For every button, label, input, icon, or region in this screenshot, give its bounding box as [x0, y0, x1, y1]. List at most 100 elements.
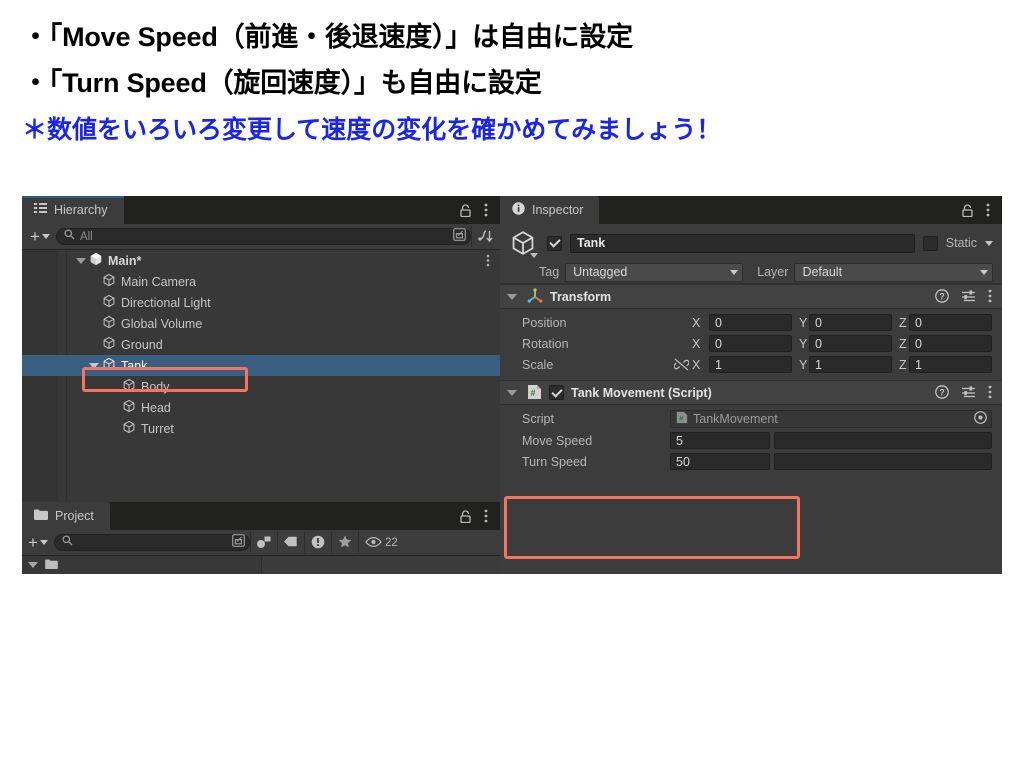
rotation-x-input[interactable]: 0	[709, 335, 792, 352]
tree-row[interactable]: Head	[22, 397, 500, 418]
svg-text:?: ?	[939, 387, 945, 397]
turn-speed-label: Turn Speed	[522, 454, 587, 469]
kebab-menu-icon[interactable]	[484, 509, 488, 523]
project-filter-warning-button[interactable]	[305, 532, 331, 554]
tree-row[interactable]: Global Volume	[22, 313, 500, 334]
component-header-transform[interactable]: Transform ?	[500, 284, 1002, 309]
position-x-value: 0	[715, 315, 722, 330]
turn-speed-slider-track[interactable]	[774, 453, 992, 470]
gameobject-name-row: Tank Static	[509, 229, 993, 258]
hierarchy-search-input[interactable]: All	[55, 228, 471, 245]
component-title-tank-movement: Tank Movement (Script)	[571, 385, 712, 400]
lock-icon[interactable]	[460, 509, 471, 523]
foldout-expanded-icon[interactable]	[507, 389, 517, 396]
csharp-script-icon: #	[676, 411, 688, 427]
foldout-expanded-icon[interactable]	[507, 293, 517, 300]
move-speed-slider-track[interactable]	[774, 432, 992, 449]
svg-text:#: #	[679, 414, 683, 423]
open-in-new-icon[interactable]	[232, 534, 245, 551]
project-search-input[interactable]	[53, 534, 250, 551]
tree-row-tank[interactable]: Tank	[22, 355, 500, 376]
tree-row[interactable]: Main Camera	[22, 271, 500, 292]
move-speed-label: Move Speed	[522, 433, 593, 448]
hierarchy-add-button[interactable]: +	[24, 228, 56, 245]
tree-row[interactable]: Turret	[22, 418, 500, 439]
script-object-field[interactable]: # TankMovement	[670, 410, 992, 428]
scale-y-input[interactable]: 1	[809, 356, 892, 373]
tree-row[interactable]: Main*	[22, 250, 500, 271]
note-line: ＊数値をいろいろ変更して速度の変化を確かめてみましょう！	[22, 116, 722, 144]
layer-value: Default	[802, 265, 843, 279]
hierarchy-tab-actions	[460, 196, 500, 224]
rotation-y-input[interactable]: 0	[809, 335, 892, 352]
static-dropdown-chevron-icon[interactable]	[985, 240, 993, 246]
lock-icon[interactable]	[460, 203, 471, 217]
tree-row[interactable]: Ground	[22, 334, 500, 355]
component-header-tank-movement[interactable]: # Tank Movement (Script) ?	[500, 380, 1002, 405]
object-picker-icon[interactable]	[974, 411, 987, 427]
tab-hierarchy[interactable]: Hierarchy	[22, 196, 124, 224]
project-visibility-button[interactable]: 22	[359, 532, 404, 554]
chevron-down-icon	[41, 234, 50, 239]
foldout-expanded-icon[interactable]	[89, 362, 99, 369]
foldout-expanded-icon[interactable]	[76, 257, 86, 264]
gameobject-cube-icon	[102, 315, 116, 332]
tree-row[interactable]: Body	[22, 376, 500, 397]
preset-settings-icon[interactable]	[961, 385, 976, 401]
tab-inspector[interactable]: Inspector	[500, 196, 600, 224]
tree-row[interactable]: Directional Light	[22, 292, 500, 313]
transform-position-row: Position X 0 Y 0 Z 0	[500, 312, 992, 333]
tree-row-label: Main Camera	[121, 274, 197, 289]
lock-icon[interactable]	[962, 203, 973, 217]
project-tree-column[interactable]	[22, 556, 262, 574]
position-y-input[interactable]: 0	[809, 314, 892, 331]
gameobject-cube-icon	[122, 420, 136, 437]
chevron-down-icon	[530, 253, 538, 258]
open-in-new-icon[interactable]	[453, 228, 466, 245]
project-partial-row	[28, 559, 58, 571]
turn-speed-input[interactable]: 50	[670, 453, 770, 470]
kebab-menu-icon[interactable]	[484, 203, 488, 217]
project-filter-label-button[interactable]	[278, 532, 304, 554]
gameobject-cube-icon[interactable]	[509, 229, 539, 258]
move-speed-row: Move Speed 5	[500, 430, 992, 451]
axis-label-z: Z	[899, 357, 907, 372]
layer-dropdown[interactable]: Default	[794, 262, 993, 282]
axis-label-x: X	[692, 336, 701, 351]
label-filter-icon	[283, 536, 298, 549]
position-z-input[interactable]: 0	[909, 314, 992, 331]
preset-settings-icon[interactable]	[961, 289, 976, 305]
broken-link-icon[interactable]	[670, 358, 692, 371]
svg-text:?: ?	[939, 291, 945, 301]
kebab-menu-icon[interactable]	[486, 254, 500, 267]
gameobject-name-input[interactable]: Tank	[570, 233, 915, 253]
rotation-z-value: 0	[915, 336, 922, 351]
help-icon[interactable]: ?	[935, 288, 949, 305]
project-grid-column[interactable]	[262, 556, 500, 574]
rotation-z-input[interactable]: 0	[909, 335, 992, 352]
hierarchy-toolbar: + All	[22, 224, 500, 250]
gameobject-enabled-checkbox[interactable]	[547, 235, 562, 251]
scale-x-input[interactable]: 1	[709, 356, 792, 373]
move-speed-input[interactable]: 5	[670, 432, 770, 449]
gameobject-cube-icon	[102, 357, 116, 374]
scale-z-input[interactable]: 1	[909, 356, 992, 373]
transform-position-label: Position	[522, 315, 567, 330]
project-add-button[interactable]: +	[22, 534, 54, 551]
position-x-input[interactable]: 0	[709, 314, 792, 331]
kebab-menu-icon[interactable]	[986, 203, 990, 217]
hierarchy-sort-button[interactable]	[472, 226, 498, 248]
kebab-menu-icon[interactable]	[988, 385, 992, 401]
kebab-menu-icon[interactable]	[988, 289, 992, 305]
tab-project[interactable]: Project	[22, 502, 110, 530]
tag-dropdown[interactable]: Untagged	[565, 262, 744, 282]
project-favorite-button[interactable]	[332, 532, 358, 554]
transform-axis-icon	[527, 287, 543, 306]
help-icon[interactable]: ?	[935, 384, 949, 401]
transform-rotation-row: Rotation X 0 Y 0 Z 0	[500, 333, 992, 354]
component-enabled-checkbox[interactable]	[549, 385, 564, 400]
eye-icon	[365, 536, 382, 550]
tree-row-label: Directional Light	[121, 295, 211, 310]
project-filter-type-button[interactable]	[251, 532, 277, 554]
static-checkbox[interactable]	[922, 235, 938, 251]
